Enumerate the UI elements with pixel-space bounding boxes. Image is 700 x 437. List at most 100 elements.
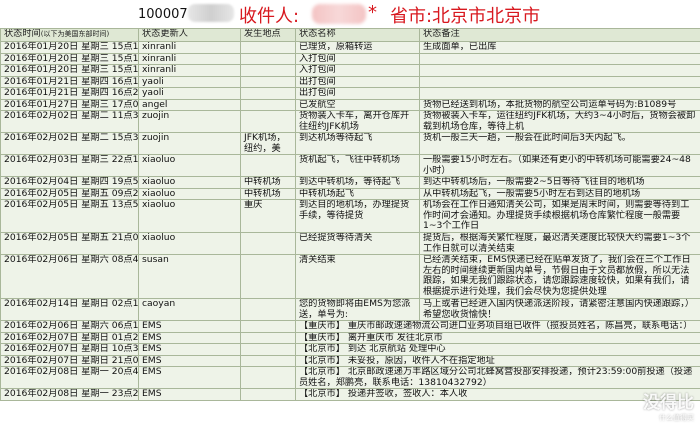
table-row: 2016年02月06日 星期六 06点12分00秒EMS 【重庆市】 重庆市邮政速… [0, 320, 700, 333]
cell-location [240, 64, 296, 77]
table-row: 2016年02月05日 星期五 21点09分11秒xiaoluo 已经提货等待清关… [0, 232, 700, 255]
cell-updater: xinranli [138, 41, 241, 54]
cell-status: 已理货，原箱转运 [295, 41, 420, 54]
order-number: 100007 [138, 7, 188, 22]
cell-remark: 提货后，根据海关繁忙程度，最迟清关速度比较快大约需要1~3个工作日就可以清关结束 [419, 232, 700, 255]
cell-status: 货机起飞，飞往中转机场 [295, 154, 420, 177]
table-row: 2016年01月20日 星期三 15点12分29秒xinranli 入打包间 [0, 64, 700, 77]
cell-status: 入打包间 [295, 52, 420, 65]
tracking-table: 状态时间(以下为美国东部时间) 状态更新人 发生地点 状态名称 状态备注 201… [0, 28, 700, 401]
cell-time: 2016年02月02日 星期二 11点32分47秒 [0, 110, 139, 133]
cell-location [240, 298, 296, 321]
cell-time: 2016年02月04日 星期四 19点50分00秒 [0, 176, 139, 189]
cell-updater: zuojin [138, 132, 241, 155]
table-header-row: 状态时间(以下为美国东部时间) 状态更新人 发生地点 状态名称 状态备注 [0, 28, 700, 42]
cell-remark: 已经清关结束，EMS快递已经在贴单发货了，我们会在三个工作日左右的时间继续更新国… [419, 254, 700, 299]
cell-remark: 一般需要15小时左右。（如果还有更小的中转机场可能需要24~48小时） [419, 154, 700, 177]
cell-location [240, 52, 296, 65]
cell-status: 已发航空 [295, 98, 420, 111]
cell-status: 【重庆市】 重庆市邮政速递物流公司进口业务项目组已收件（揽投员姓名，陈昌亮，联系… [295, 320, 700, 333]
cell-location [240, 232, 296, 255]
cell-status: 中转机场起飞 [295, 187, 420, 200]
cell-updater: EMS [138, 343, 241, 356]
cell-updater: angel [138, 98, 241, 111]
cell-time: 2016年02月14日 星期日 02点12分26秒 [0, 298, 139, 321]
col-header-updater: 状态更新人 [138, 28, 241, 42]
table-row: 2016年02月05日 星期五 09点26分00秒xiaoluo中转机场中转机场… [0, 187, 700, 200]
cell-status: 出打包间 [295, 75, 420, 88]
table-row: 2016年01月20日 星期三 15点12分06秒xinranli 已理货，原箱转… [0, 41, 700, 54]
table-row: 2016年02月06日 星期六 08点43分21秒susan 清关结束已经清关结束… [0, 254, 700, 299]
table-row: 2016年01月27日 星期三 17点07分16秒angel 已发航空货物已经送到… [0, 98, 700, 111]
cell-remark: 到达中转机场后，一般需要2~5日等待飞往目的地机场 [419, 176, 700, 189]
table-row: 2016年02月03日 星期三 22点16分00秒xiaoluo 货机起飞，飞往中… [0, 154, 700, 177]
cell-updater: xiaoluo [138, 176, 241, 189]
cell-updater: xiaoluo [138, 199, 241, 233]
cell-status: 已经提货等待清关 [295, 232, 420, 255]
cell-location: 中转机场 [240, 176, 296, 189]
cell-updater: EMS [138, 320, 241, 333]
cell-remark: 货机一般三天一趟，一般会在此时间后3天内起飞。 [419, 132, 700, 155]
table-row: 2016年02月07日 星期日 01点28分00秒EMS 【重庆市】 离开重庆市 … [0, 331, 700, 344]
table-row: 2016年02月14日 星期日 02点12分26秒caoyan 您的货物即将由EM… [0, 298, 700, 321]
cell-updater: yaoli [138, 87, 241, 100]
cell-location [240, 331, 296, 344]
cell-remark: 机场会在工作日通知清关公司，如果是周末时间，则需要等待到工作时间才会通知。办理提… [419, 199, 700, 233]
cell-updater: xiaoluo [138, 187, 241, 200]
table-row: 2016年02月07日 星期日 21点07分00秒EMS 【北京市】 未妥投，原因… [0, 354, 700, 367]
redacted-order-suffix [188, 4, 234, 22]
table-row: 2016年02月04日 星期四 19点50分00秒xiaoluo中转机场 到达中转… [0, 176, 700, 189]
cell-status: 货物装入卡车，离开仓库开往纽约JFK机场 [295, 110, 420, 133]
cell-time: 2016年01月20日 星期三 15点12分29秒 [0, 64, 139, 77]
col-header-status: 状态名称 [295, 28, 420, 42]
cell-updater: xiaoluo [138, 232, 241, 255]
cell-location: 重庆 [240, 199, 296, 233]
cell-status: 【北京市】 未妥投，原因，收件人不在指定地址 [295, 354, 700, 367]
cell-time: 2016年02月03日 星期三 22点16分00秒 [0, 154, 139, 177]
cell-updater: xinranli [138, 64, 241, 77]
cell-updater: xinranli [138, 52, 241, 65]
cell-location [240, 154, 296, 177]
table-row: 2016年02月08日 星期一 23点26分00秒EMS 【北京市】 投递并签收，… [0, 388, 700, 401]
watermark-logo: 没得比 什么值得买 [643, 393, 694, 422]
table-row: 2016年02月07日 星期日 10点37分00秒EMS 【北京市】 到达 北京航… [0, 343, 700, 356]
cell-time: 2016年02月08日 星期一 20点47分00秒 [0, 366, 139, 389]
cell-status: 入打包间 [295, 64, 420, 77]
cell-updater: yaoli [138, 75, 241, 88]
cell-location: 中转机场 [240, 187, 296, 200]
cell-time: 2016年02月05日 星期五 09点26分00秒 [0, 187, 139, 200]
table-row: 2016年01月20日 星期三 15点12分06秒xinranli 入打包间 [0, 52, 700, 65]
cell-time: 2016年01月20日 星期三 15点12分06秒 [0, 41, 139, 54]
cell-location [240, 75, 296, 88]
cell-location [240, 98, 296, 111]
cell-location [240, 354, 296, 367]
cell-location [240, 388, 296, 401]
province-city-label: 省市:北京市北京市 [390, 6, 541, 27]
cell-remark [419, 52, 700, 65]
cell-time: 2016年02月08日 星期一 23点26分00秒 [0, 388, 139, 401]
cell-updater: EMS [138, 366, 241, 389]
cell-status: 【重庆市】 离开重庆市 发往北京市 [295, 331, 700, 344]
cell-time: 2016年01月21日 星期四 16点16分18秒 [0, 75, 139, 88]
cell-location [240, 320, 296, 333]
cell-remark: 货物已经送到机场，本批货物的航空公司运单号码为:B1089号 [419, 98, 700, 111]
table-row: 2016年01月21日 星期四 16点16分18秒yaoli 出打包间 [0, 75, 700, 88]
col-header-time: 状态时间(以下为美国东部时间) [0, 28, 139, 42]
recipient-label: 收件人: [239, 6, 300, 27]
cell-time: 2016年02月06日 星期六 08点43分21秒 [0, 254, 139, 299]
cell-remark: 生成面单，已出库 [419, 41, 700, 54]
cell-location [240, 110, 296, 133]
table-row: 2016年02月02日 星期二 15点36分31秒zuojinJFK机场，纽约，… [0, 132, 700, 155]
cell-location [240, 366, 296, 389]
cell-time: 2016年02月06日 星期六 06点12分00秒 [0, 320, 139, 333]
cell-remark: 货物被装入卡车，运往纽约JFK机场，大约3~4小时后，货物会被卸载到机场仓库，等… [419, 110, 700, 133]
cell-time: 2016年02月05日 星期五 21点09分11秒 [0, 232, 139, 255]
cell-status: 清关结束 [295, 254, 420, 299]
cell-updater: zuojin [138, 110, 241, 133]
cell-updater: susan [138, 254, 241, 299]
col-header-remark: 状态备注 [419, 28, 700, 42]
redacted-recipient-name [312, 4, 366, 24]
cell-updater: caoyan [138, 298, 241, 321]
recipient-star: * [368, 2, 377, 23]
cell-status: 【北京市】 北京邮政速递万丰路区域分公司北蜂窝营投部安排投递，预计23:59:0… [295, 366, 700, 389]
